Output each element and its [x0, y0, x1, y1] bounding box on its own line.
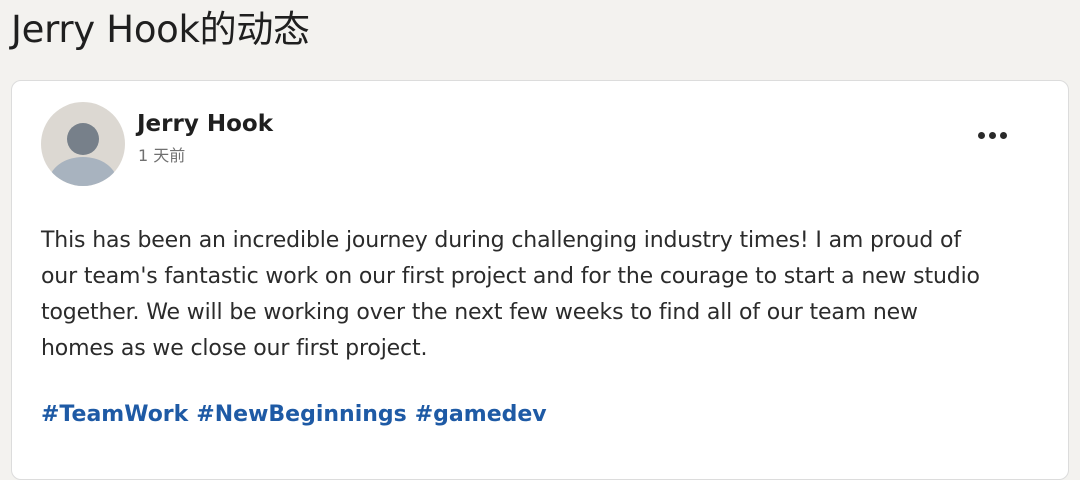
avatar-head-shape	[67, 123, 99, 155]
author-name[interactable]: Jerry Hook	[137, 110, 273, 138]
post-body-line: together. We will be working over the ne…	[41, 300, 918, 325]
more-horizontal-icon	[988, 131, 996, 139]
post-body-line: homes as we close our first project.	[41, 336, 428, 361]
hashtag-newbeginnings[interactable]: #NewBeginnings	[196, 401, 406, 429]
post-timestamp: 1 天前	[138, 146, 186, 165]
more-horizontal-icon	[999, 131, 1007, 139]
more-horizontal-icon	[977, 131, 985, 139]
avatar[interactable]	[41, 102, 125, 186]
avatar-shoulders-shape	[49, 157, 117, 186]
post-body-line: This has been an incredible journey duri…	[41, 228, 961, 253]
hashtag-list: #TeamWork #NewBeginnings #gamedev	[41, 401, 555, 429]
more-options-button[interactable]	[967, 118, 1017, 152]
post-body: This has been an incredible journey duri…	[41, 223, 1046, 367]
hashtag-gamedev[interactable]: #gamedev	[415, 401, 547, 429]
hashtag-teamwork[interactable]: #TeamWork	[41, 401, 188, 429]
page-title: Jerry Hook的动态	[11, 8, 310, 51]
post-card: Jerry Hook 1 天前 This has been an incredi…	[11, 80, 1069, 480]
post-body-line: our team's fantastic work on our first p…	[41, 264, 980, 289]
